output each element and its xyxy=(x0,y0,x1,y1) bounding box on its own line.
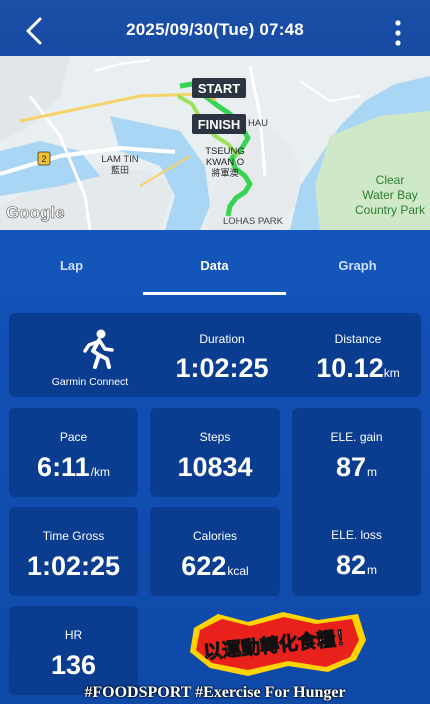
app-header: 2025/09/30(Tue) 07:48 xyxy=(0,0,430,56)
calories-label: Calories xyxy=(192,529,237,543)
pace-value: 6:11/km xyxy=(37,452,110,482)
tab-lap[interactable]: Lap xyxy=(0,258,143,273)
map-canvas: 2 LAM TIN 藍田 TSEUNG KWAN O 將軍澳 LOHAS PAR… xyxy=(0,56,430,230)
more-vertical-icon[interactable] xyxy=(394,20,402,46)
place-label: Clear xyxy=(376,173,405,187)
pace-card: Pace 6:11/km xyxy=(9,408,138,497)
pace-label: Pace xyxy=(59,430,88,444)
place-label: 將軍澳 xyxy=(211,167,238,178)
place-label: Water Bay xyxy=(362,188,418,202)
stats-panel: Garmin Connect Duration 1:02:25 Distance… xyxy=(0,296,430,704)
duration-stat: Duration 1:02:25 xyxy=(157,313,287,397)
ele-gain-label: ELE. gain xyxy=(330,430,383,444)
time-gross-card: Time Gross 1:02:25 xyxy=(9,507,138,596)
steps-value: 10834 xyxy=(177,452,253,482)
place-label: TSEUNG xyxy=(205,146,245,157)
hr-card: HR 136 xyxy=(9,606,138,695)
footer-hashtags: #FOODSPORT #Exercise For Hunger xyxy=(84,684,346,701)
start-marker: START xyxy=(198,81,240,96)
elevation-card: ELE. gain 87m ELE. loss 82m xyxy=(292,408,421,596)
finish-marker: FINISH xyxy=(198,117,241,132)
place-label: LOHAS PARK xyxy=(223,216,284,227)
steps-card: Steps 10834 xyxy=(150,408,280,497)
place-label: 藍田 xyxy=(111,164,129,175)
running-person-icon xyxy=(83,329,114,369)
ele-loss-value: 82m xyxy=(335,550,378,580)
google-logo: Google xyxy=(6,203,65,222)
time-gross-value: 1:02:25 xyxy=(26,551,121,581)
duration-value: 1:02:25 xyxy=(175,353,269,383)
foodsport-badge: 以運動轉化食糧！ xyxy=(190,612,366,676)
tab-data[interactable]: Data xyxy=(143,258,286,273)
calories-value: 622kcal xyxy=(181,551,249,581)
distance-stat: Distance 10.12km xyxy=(295,313,421,397)
ele-gain-value: 87m xyxy=(335,452,378,482)
source-label: Garmin Connect xyxy=(51,376,129,388)
steps-label: Steps xyxy=(199,430,231,444)
summary-card: Garmin Connect Duration 1:02:25 Distance… xyxy=(9,313,421,397)
place-label: Country Park xyxy=(355,203,426,217)
hr-value: 136 xyxy=(50,650,97,680)
tab-bar: Lap Data Graph xyxy=(0,230,430,296)
page-title: 2025/09/30(Tue) 07:48 xyxy=(126,20,304,39)
place-label: HAU xyxy=(248,118,268,129)
hr-label: HR xyxy=(64,628,83,642)
time-gross-label: Time Gross xyxy=(42,529,105,543)
active-tab-indicator xyxy=(143,292,286,295)
duration-label: Duration xyxy=(199,332,245,346)
ele-loss-label: ELE. loss xyxy=(331,528,382,542)
place-label: KWAN O xyxy=(206,157,244,168)
tab-graph[interactable]: Graph xyxy=(286,258,429,273)
route-map[interactable]: 2 LAM TIN 藍田 TSEUNG KWAN O 將軍澳 LOHAS PAR… xyxy=(0,56,430,230)
place-label: LAM TIN xyxy=(101,154,138,165)
distance-label: Distance xyxy=(334,332,382,346)
distance-value: 10.12km xyxy=(316,353,400,383)
calories-card: Calories 622kcal xyxy=(150,507,280,596)
route-shield: 2 xyxy=(41,154,46,164)
